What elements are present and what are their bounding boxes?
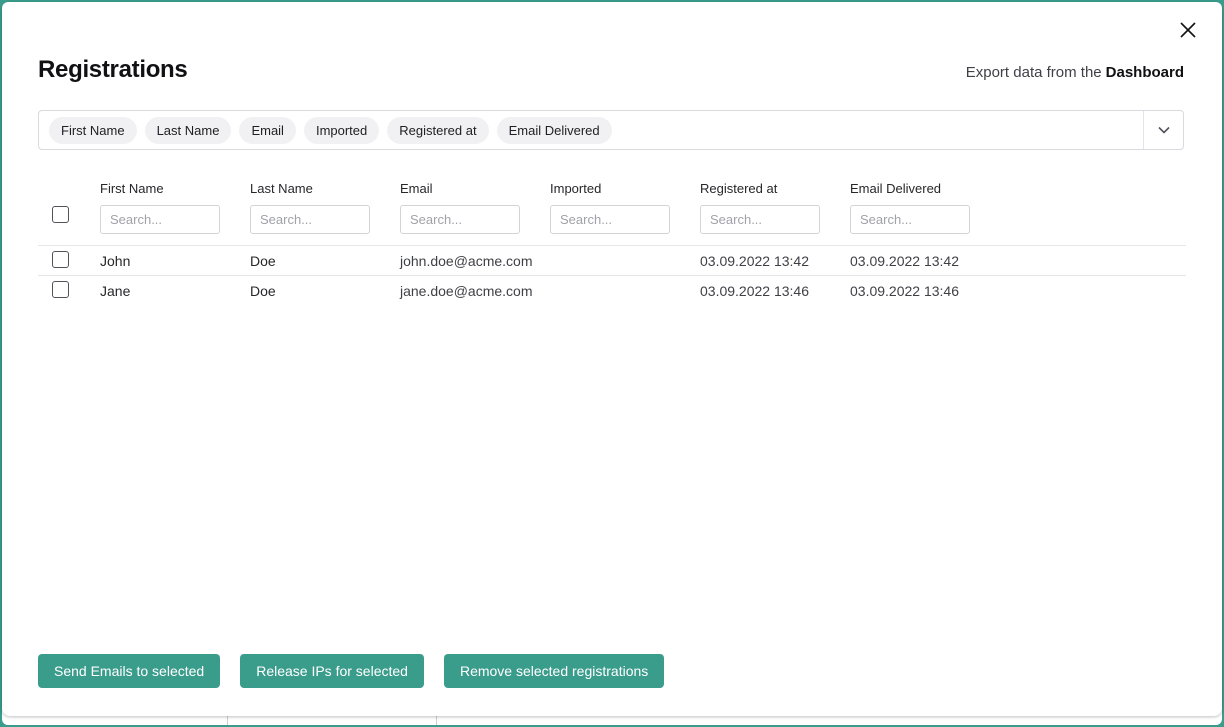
search-input-imported[interactable] [550, 205, 670, 234]
row-checkbox[interactable] [52, 251, 69, 268]
row-checkbox[interactable] [52, 281, 69, 298]
table-header: First Name Last Name Email Imported Regi… [38, 181, 1186, 245]
modal-header: Registrations Export data from theDashbo… [38, 56, 1184, 84]
filter-pill-last-name[interactable]: Last Name [145, 117, 232, 144]
close-icon [1179, 21, 1197, 39]
column-header-last-name: Last Name [250, 181, 400, 196]
table-row: Jane Doe jane.doe@acme.com 03.09.2022 13… [38, 275, 1186, 305]
cell-registered-at: 03.09.2022 13:42 [700, 253, 850, 269]
chevron-down-icon [1158, 126, 1170, 134]
send-emails-button[interactable]: Send Emails to selected [38, 654, 220, 688]
column-header-email: Email [400, 181, 550, 196]
cell-last-name: Doe [250, 283, 400, 299]
filter-bar: First Name Last Name Email Imported Regi… [38, 110, 1184, 150]
registrations-modal: Registrations Export data from theDashbo… [2, 2, 1222, 716]
search-input-email-delivered[interactable] [850, 205, 970, 234]
cell-first-name: Jane [100, 283, 250, 299]
cell-email: john.doe@acme.com [400, 253, 550, 269]
bulk-actions: Send Emails to selected Release IPs for … [38, 654, 664, 688]
release-ips-button[interactable]: Release IPs for selected [240, 654, 424, 688]
cell-email-delivered: 03.09.2022 13:46 [850, 283, 1000, 299]
export-hint: Export data from theDashboard [966, 64, 1184, 81]
background-divider [436, 715, 437, 725]
cell-email: jane.doe@acme.com [400, 283, 550, 299]
column-header-registered-at: Registered at [700, 181, 850, 196]
page-title: Registrations [38, 56, 187, 84]
column-header-email-delivered: Email Delivered [850, 181, 1000, 196]
search-input-email[interactable] [400, 205, 520, 234]
filter-pill-list: First Name Last Name Email Imported Regi… [39, 117, 1143, 144]
select-all-checkbox[interactable] [52, 206, 69, 223]
cell-registered-at: 03.09.2022 13:46 [700, 283, 850, 299]
background-divider [227, 715, 228, 725]
cell-email-delivered: 03.09.2022 13:42 [850, 253, 1000, 269]
filter-pill-email[interactable]: Email [239, 117, 296, 144]
filter-pill-first-name[interactable]: First Name [49, 117, 137, 144]
column-header-first-name: First Name [100, 181, 250, 196]
export-hint-text: Export data from the [966, 64, 1102, 81]
search-input-first-name[interactable] [100, 205, 220, 234]
dashboard-link[interactable]: Dashboard [1106, 64, 1184, 81]
filter-pill-email-delivered[interactable]: Email Delivered [497, 117, 612, 144]
registrations-table: First Name Last Name Email Imported Regi… [38, 181, 1186, 305]
filter-pill-imported[interactable]: Imported [304, 117, 379, 144]
search-input-registered-at[interactable] [700, 205, 820, 234]
cell-last-name: Doe [250, 253, 400, 269]
cell-first-name: John [100, 253, 250, 269]
close-icon[interactable] [1174, 16, 1202, 44]
filter-dropdown-toggle[interactable] [1143, 111, 1183, 149]
table-row: John Doe john.doe@acme.com 03.09.2022 13… [38, 245, 1186, 275]
column-header-imported: Imported [550, 181, 700, 196]
filter-pill-registered-at[interactable]: Registered at [387, 117, 488, 144]
remove-registrations-button[interactable]: Remove selected registrations [444, 654, 664, 688]
search-input-last-name[interactable] [250, 205, 370, 234]
